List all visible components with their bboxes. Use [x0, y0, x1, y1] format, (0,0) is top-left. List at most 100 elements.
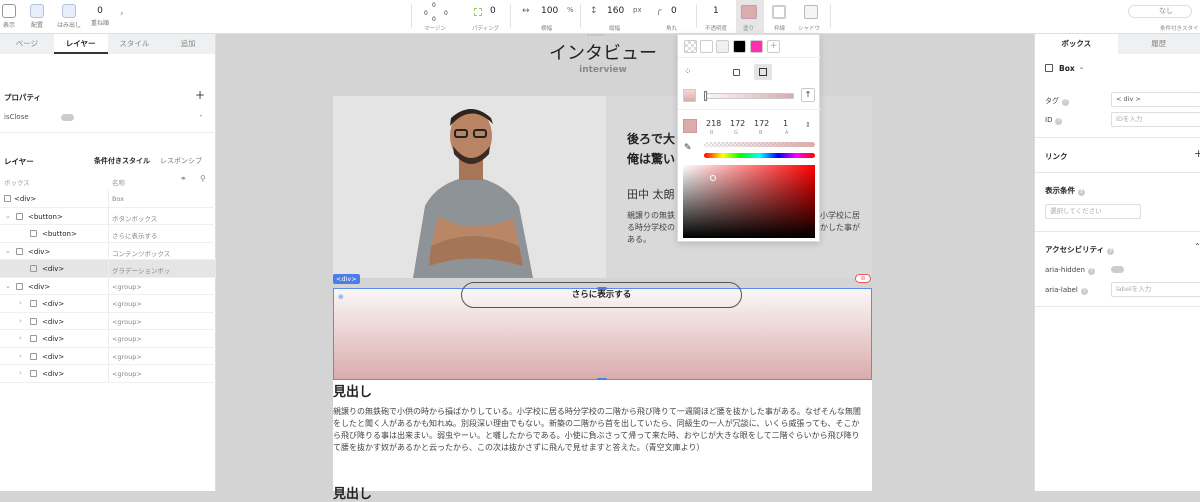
add-swatch-button[interactable]: + [767, 40, 780, 53]
layer-row[interactable]: ›<div><group> [0, 330, 216, 348]
alpha-value[interactable]: 1 [783, 119, 788, 128]
stepper-icon[interactable]: ⇕ [805, 121, 811, 129]
layer-row[interactable]: ⌄<button>ボタンボックス [0, 208, 216, 226]
visibility-button[interactable]: 表示 [2, 4, 16, 29]
eyedropper-icon[interactable]: ✎ [684, 143, 692, 153]
divider [678, 109, 821, 110]
layer-tag: <div> [42, 370, 64, 378]
blue-value[interactable]: 172 [754, 119, 769, 128]
layer-type-icon [30, 370, 37, 377]
article-section: 見出し 親譲りの無鉄砲で小供の時から損ばかりしている。小学校に居る時分学校の二階… [333, 380, 872, 491]
chevron-right-icon[interactable]: › [19, 352, 22, 360]
divider [510, 4, 511, 28]
is-close-toggle[interactable] [61, 114, 74, 121]
layout-button[interactable]: 配置 [28, 4, 46, 29]
chevron-right-icon[interactable]: › [19, 334, 22, 342]
overflow-button[interactable]: はみ出し [56, 4, 82, 29]
eye-icon [2, 4, 16, 18]
layer-tag: <div> [28, 283, 50, 291]
tab-layers[interactable]: レイヤー [54, 34, 108, 54]
chevron-right-icon[interactable]: › [19, 369, 22, 377]
layer-row[interactable]: ›<div><group> [0, 295, 216, 313]
accessibility-title: アクセシビリティ? [1045, 244, 1114, 255]
chevron-right-icon[interactable]: › [120, 9, 124, 19]
fill-swatch-icon [741, 5, 757, 19]
intro-text: 小学校に居 [820, 210, 860, 222]
id-input[interactable]: IDを入力 [1111, 112, 1200, 127]
intro-text: ある。 [627, 234, 651, 246]
layer-type-icon [16, 213, 23, 220]
add-link-icon[interactable]: + [1194, 147, 1200, 160]
green-value[interactable]: 172 [730, 119, 745, 128]
layer-row[interactable]: ›<div><group> [0, 348, 216, 366]
chevron-right-icon[interactable]: › [19, 299, 22, 307]
swatch-white[interactable] [700, 40, 713, 53]
gradient-stop-handle[interactable] [704, 91, 707, 101]
layer-name: ボタンボックス [112, 213, 157, 223]
chevron-right-icon[interactable]: ⌄ [5, 212, 11, 220]
gradient-slider[interactable] [704, 93, 794, 99]
swatch-black[interactable] [733, 40, 746, 53]
tab-history[interactable]: 履歴 [1118, 34, 1200, 54]
column-divider [108, 365, 109, 382]
tab-style[interactable]: スタイル [108, 34, 162, 54]
fill-button[interactable]: 塗り [736, 0, 764, 34]
layer-row[interactable]: › <div> <group> [0, 365, 216, 383]
border-icon [772, 5, 786, 19]
tab-page[interactable]: ページ [0, 34, 54, 54]
swatch-pink[interactable] [750, 40, 763, 53]
tab-conditional-style[interactable]: 条件付きスタイル [94, 156, 150, 166]
b-label: B [759, 130, 762, 136]
layer-type-icon [30, 353, 37, 360]
tab-responsive[interactable]: レスポンシブ [160, 156, 202, 166]
g-label: G [734, 130, 738, 136]
saturation-field[interactable] [683, 165, 815, 238]
layer-name: さらに表示する [112, 230, 158, 240]
layer-tag: <div> [28, 248, 50, 256]
layer-row[interactable]: ⌄<div><group> [0, 278, 216, 296]
section-heading: 見出し [333, 483, 372, 502]
alpha-slider[interactable] [704, 142, 815, 147]
display-condition-select[interactable]: 選択してください [1045, 204, 1141, 219]
z-index-field[interactable]: 0 重ね順 [90, 4, 110, 27]
fill-type-gradient-tab[interactable] [754, 64, 772, 80]
layer-row[interactable]: ⌄<div>コンテンツボックス [0, 243, 216, 261]
layer-row[interactable]: <button>さらに表示する [0, 225, 216, 243]
tag-select[interactable]: < div > [1111, 92, 1200, 107]
chevron-right-icon[interactable]: ⌄ [5, 282, 11, 290]
person-image [333, 96, 606, 278]
layer-name: <group> [112, 370, 142, 378]
hue-slider[interactable] [704, 153, 815, 158]
intro-text: る時分学校の [627, 222, 675, 234]
fill-type-pattern-icon[interactable]: ⁘ [684, 67, 692, 77]
layer-row[interactable]: <div>グラデーションボッ [0, 260, 216, 278]
chevron-down-icon[interactable]: ⌄ [1079, 64, 1084, 71]
divider [0, 132, 216, 133]
column-box-header: ボックス [4, 177, 30, 187]
chevron-right-icon[interactable]: › [19, 317, 22, 325]
tab-add[interactable]: 追加 [161, 34, 215, 54]
chevron-right-icon[interactable]: ⌄ [5, 247, 11, 255]
resize-handle-icon[interactable]: ⊕ [338, 293, 344, 301]
aria-label-input[interactable]: labelを入力 [1111, 282, 1200, 297]
arrow-up-icon[interactable]: ↑ [801, 88, 815, 102]
show-more-button[interactable]: さらに表示する [461, 282, 742, 308]
link-icon[interactable]: ⚭ [180, 174, 187, 183]
hide-icon[interactable]: ⊘ [855, 274, 871, 283]
layer-row[interactable]: <div>Box [0, 190, 216, 208]
swatch-light-gray[interactable] [716, 40, 729, 53]
aria-hidden-toggle[interactable] [1111, 266, 1124, 273]
fill-type-solid-icon[interactable] [733, 69, 740, 76]
divider [1035, 306, 1200, 307]
swatch-transparent[interactable] [684, 40, 697, 53]
layer-row[interactable]: ›<div><group> [0, 313, 216, 331]
width-icon: ↔ [522, 6, 530, 16]
divider [1035, 231, 1200, 232]
red-value[interactable]: 218 [706, 119, 721, 128]
filter-icon[interactable]: ⚲ [200, 174, 206, 183]
element-type-select[interactable]: Box [1059, 64, 1075, 73]
saturation-handle[interactable] [710, 175, 716, 181]
add-property-icon[interactable]: + [195, 88, 205, 102]
chevron-up-icon[interactable]: ⌃ [1194, 242, 1200, 251]
tab-box[interactable]: ボックス [1035, 34, 1118, 54]
